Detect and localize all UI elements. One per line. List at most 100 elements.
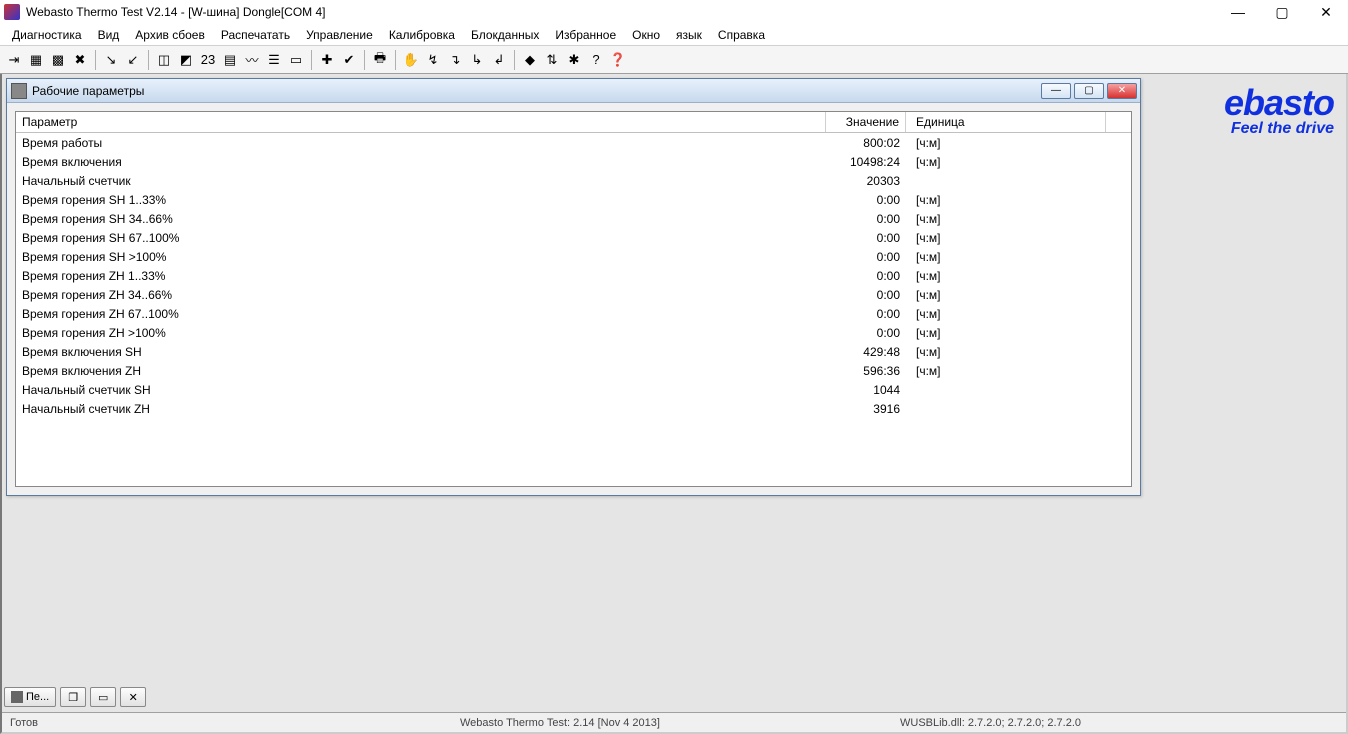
bars-icon[interactable]: ▤ [220,50,240,70]
logo-text: ebasto [1224,82,1334,124]
menu-управление[interactable]: Управление [298,26,381,44]
arrow2-icon[interactable]: ↴ [445,50,465,70]
print-icon[interactable]: 🖶 [370,50,390,70]
table-row[interactable]: Время горения ZH 1..33%0:00[ч:м] [16,266,1131,285]
minimize-button[interactable]: — [1216,0,1260,24]
in-icon[interactable]: ↙ [123,50,143,70]
num-icon[interactable]: 23 [198,50,218,70]
menu-архив сбоев[interactable]: Архив сбоев [127,26,213,44]
table-row[interactable]: Время включения10498:24[ч:м] [16,152,1131,171]
menu-диагностика[interactable]: Диагностика [4,26,90,44]
parameters-window: Рабочие параметры — ▢ ✕ Параметр Значени… [6,78,1141,496]
cell-unit: [ч:м] [906,192,1106,208]
menu-вид[interactable]: Вид [90,26,128,44]
toolbar-separator [95,50,96,70]
task-label: Пе... [26,691,49,703]
cell-value: 3916 [826,401,906,417]
table-row[interactable]: Время горения ZH 34..66%0:00[ч:м] [16,285,1131,304]
table-row[interactable]: Время включения ZH596:36[ч:м] [16,361,1131,380]
menu-язык[interactable]: язык [668,26,710,44]
toolbar-separator [364,50,365,70]
child-maximize-button[interactable]: ▢ [1074,83,1104,99]
out-icon[interactable]: ↘ [101,50,121,70]
cancel-icon[interactable]: ✖ [70,50,90,70]
cell-param: Время работы [16,135,826,151]
statusbar: Готов Webasto Thermo Test: 2.14 [Nov 4 2… [2,712,1346,732]
list-icon[interactable]: ☰ [264,50,284,70]
cell-value: 0:00 [826,325,906,341]
whatsthis-icon[interactable]: ❓ [608,50,628,70]
table-row[interactable]: Время горения SH 1..33%0:00[ч:м] [16,190,1131,209]
app-icon [4,4,20,20]
page-icon[interactable]: ▭ [286,50,306,70]
txrx-icon[interactable]: ⇅ [542,50,562,70]
header-value[interactable]: Значение [826,112,906,132]
hand-icon[interactable]: ✋ [401,50,421,70]
table-row[interactable]: Время горения ZH >100%0:00[ч:м] [16,323,1131,342]
header-param[interactable]: Параметр [16,112,826,132]
check-icon[interactable]: ✔ [339,50,359,70]
cell-unit: [ч:м] [906,306,1106,322]
cell-param: Время горения ZH 34..66% [16,287,826,303]
table-row[interactable]: Начальный счетчик20303 [16,171,1131,190]
table-row[interactable]: Начальный счетчик ZH3916 [16,399,1131,418]
help-icon[interactable]: ? [586,50,606,70]
cell-param: Время горения ZH >100% [16,325,826,341]
cell-param: Время горения SH 67..100% [16,230,826,246]
table-row[interactable]: Начальный счетчик SH1044 [16,380,1131,399]
task-close-button[interactable]: ✕ [120,687,146,707]
menu-блокданных[interactable]: Блокданных [463,26,547,44]
task-item[interactable]: Пе... [4,687,56,707]
connect-icon[interactable]: ⇥ [4,50,24,70]
close-button[interactable]: ✕ [1304,0,1348,24]
mdi-taskbar: Пе... ❐ ▭ ✕ [4,686,146,708]
menu-избранное[interactable]: Избранное [547,26,624,44]
table-row[interactable]: Время горения SH >100%0:00[ч:м] [16,247,1131,266]
cell-value: 20303 [826,173,906,189]
menu-калибровка[interactable]: Калибровка [381,26,463,44]
window-title: Webasto Thermo Test V2.14 - [W-шина] Don… [26,5,1216,19]
cell-unit [906,180,1106,182]
cell-param: Время включения ZH [16,363,826,379]
cell-value: 1044 [826,382,906,398]
child-titlebar[interactable]: Рабочие параметры — ▢ ✕ [7,79,1140,103]
arrow4-icon[interactable]: ↲ [489,50,509,70]
arrow3-icon[interactable]: ↳ [467,50,487,70]
child-window-icon [11,83,27,99]
plug-icon[interactable]: ◆ [520,50,540,70]
cell-unit [906,389,1106,391]
grid1-icon[interactable]: ▦ [26,50,46,70]
cell-param: Время горения ZH 1..33% [16,268,826,284]
wave-icon[interactable]: 〰 [242,50,262,70]
logo-tagline: Feel the drive [1224,120,1334,138]
arrow1-icon[interactable]: ↯ [423,50,443,70]
cell-unit: [ч:м] [906,268,1106,284]
maximize-button[interactable]: ▢ [1260,0,1304,24]
table-row[interactable]: Время включения SH429:48[ч:м] [16,342,1131,361]
cell-unit: [ч:м] [906,363,1106,379]
cell-unit: [ч:м] [906,325,1106,341]
cell-param: Начальный счетчик ZH [16,401,826,417]
table-row[interactable]: Время работы800:02[ч:м] [16,133,1131,152]
brand-logo: ebasto Feel the drive [1224,82,1334,138]
chart2-icon[interactable]: ◩ [176,50,196,70]
child-window-title: Рабочие параметры [32,84,1041,98]
task-maximize-button[interactable]: ▭ [90,687,116,707]
plus-icon[interactable]: ✚ [317,50,337,70]
table-row[interactable]: Время горения SH 67..100%0:00[ч:м] [16,228,1131,247]
header-unit[interactable]: Единица [906,112,1106,132]
menu-справка[interactable]: Справка [710,26,773,44]
cell-param: Начальный счетчик [16,173,826,189]
child-close-button[interactable]: ✕ [1107,83,1137,99]
child-minimize-button[interactable]: — [1041,83,1071,99]
cell-param: Время включения [16,154,826,170]
chart1-icon[interactable]: ◫ [154,50,174,70]
menu-распечатать[interactable]: Распечатать [213,26,298,44]
cell-param: Время горения SH 34..66% [16,211,826,227]
grid2-icon[interactable]: ▩ [48,50,68,70]
menu-окно[interactable]: Окно [624,26,668,44]
table-row[interactable]: Время горения SH 34..66%0:00[ч:м] [16,209,1131,228]
task-restore-button[interactable]: ❐ [60,687,86,707]
table-row[interactable]: Время горения ZH 67..100%0:00[ч:м] [16,304,1131,323]
bug-icon[interactable]: ✱ [564,50,584,70]
